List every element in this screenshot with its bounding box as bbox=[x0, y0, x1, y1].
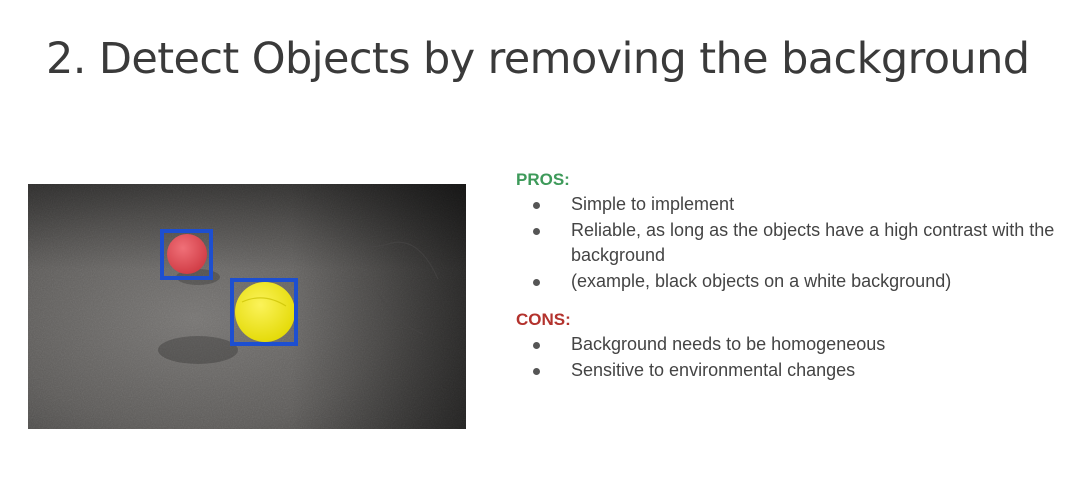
red-ball bbox=[167, 234, 207, 274]
pros-heading: PROS: bbox=[516, 170, 570, 189]
bullet-icon bbox=[533, 202, 540, 209]
list-item: Reliable, as long as the objects have a … bbox=[516, 218, 1061, 269]
bullet-icon bbox=[533, 367, 540, 375]
bullet-icon bbox=[533, 278, 540, 286]
cons-heading: CONS: bbox=[516, 310, 571, 329]
detection-example-photo bbox=[28, 184, 466, 429]
list-item: Simple to implement bbox=[516, 192, 1061, 218]
list-item: (example, black objects on a white backg… bbox=[516, 269, 1061, 295]
slide-title: 2. Detect Objects by removing the backgr… bbox=[46, 34, 1030, 84]
cons-list: Background needs to be homogeneous Sensi… bbox=[516, 332, 1061, 383]
pros-cons-panel: PROS: Simple to implement Reliable, as l… bbox=[516, 168, 1061, 383]
list-item: Sensitive to environmental changes bbox=[516, 358, 1061, 384]
yellow-ball bbox=[235, 282, 295, 342]
bullet-icon bbox=[533, 342, 540, 349]
bullet-icon bbox=[533, 227, 540, 235]
cons-item-text: Background needs to be homogeneous bbox=[571, 334, 886, 354]
pros-list: Simple to implement Reliable, as long as… bbox=[516, 192, 1061, 294]
pros-item-text: (example, black objects on a white backg… bbox=[571, 270, 952, 291]
cons-item-text: Sensitive to environmental changes bbox=[571, 359, 856, 380]
pros-item-text: Simple to implement bbox=[571, 194, 735, 214]
list-item: Background needs to be homogeneous bbox=[516, 332, 1061, 358]
pros-item-text: Reliable, as long as the objects have a … bbox=[571, 219, 1055, 266]
